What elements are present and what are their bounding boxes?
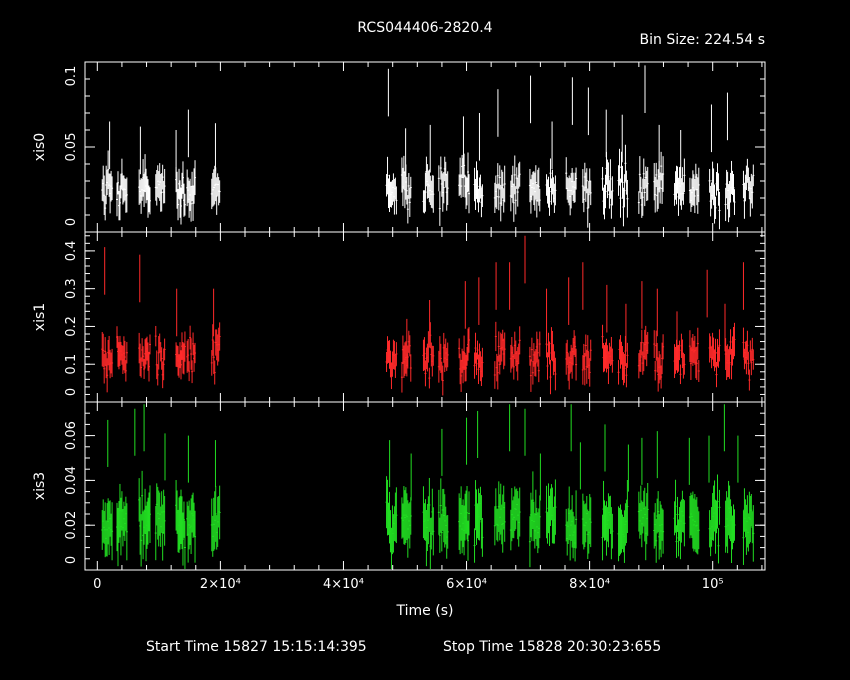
- x-tick-label: 0: [93, 577, 101, 592]
- y-tick-label: 0.4: [64, 241, 79, 262]
- panel-xis3: 0 0.02 0.04 0.06 xis3: [32, 401, 766, 571]
- panel-xis0: 0 0.05 0.1 xis0: [32, 61, 766, 233]
- y-tick-label: 0.04: [64, 466, 79, 495]
- x-tick-label: 2×10⁴: [200, 577, 241, 592]
- y-tick-label: 0.2: [64, 316, 79, 337]
- panel-label-xis3: xis3: [32, 472, 48, 500]
- panel-label-xis1: xis1: [32, 303, 48, 331]
- light-curve-chart: RCS044406-2820.4 Bin Size: 224.54 s 0 0.0…: [32, 20, 766, 655]
- y-tick-label: 0: [64, 388, 79, 396]
- xis3-data-points: [101, 404, 755, 569]
- x-tick-label: 8×10⁴: [569, 577, 610, 592]
- x-tick-labels: 0 2×10⁴ 4×10⁴ 6×10⁴ 8×10⁴ 10⁵: [93, 577, 723, 592]
- y-tick-label: 0.3: [64, 278, 79, 299]
- y-tick-label: 0: [64, 218, 79, 226]
- x-tick-label: 6×10⁴: [446, 577, 487, 592]
- x-axis-label: Time (s): [396, 603, 454, 619]
- y-tick-label: 0.1: [64, 354, 79, 375]
- start-time-label: Start Time 15827 15:15:14:395: [146, 639, 367, 655]
- x-tick-label: 10⁵: [702, 577, 724, 592]
- xis0-data-points: [101, 65, 755, 230]
- panel-xis1: 0 0.1 0.2 0.3 0.4 xis1: [32, 231, 766, 403]
- y-tick-label: 0.1: [64, 66, 79, 87]
- panel-label-xis0: xis0: [32, 133, 48, 161]
- y-tick-label: 0.05: [64, 133, 79, 162]
- chart-title: RCS044406-2820.4: [357, 20, 492, 36]
- xis1-data-points: [101, 235, 755, 396]
- y-tick-label: 0.02: [64, 511, 79, 540]
- y-tick-label: 0.06: [64, 421, 79, 450]
- stop-time-label: Stop Time 15828 20:30:23:655: [443, 639, 661, 655]
- x-tick-label: 4×10⁴: [323, 577, 364, 592]
- bin-size-label: Bin Size: 224.54 s: [640, 32, 765, 48]
- panels: 0 0.05 0.1 xis0 0 0.1 0.2 0.3 0.4 xis1 0 0.02 0.04 0.…: [32, 61, 766, 571]
- y-tick-label: 0: [64, 556, 79, 564]
